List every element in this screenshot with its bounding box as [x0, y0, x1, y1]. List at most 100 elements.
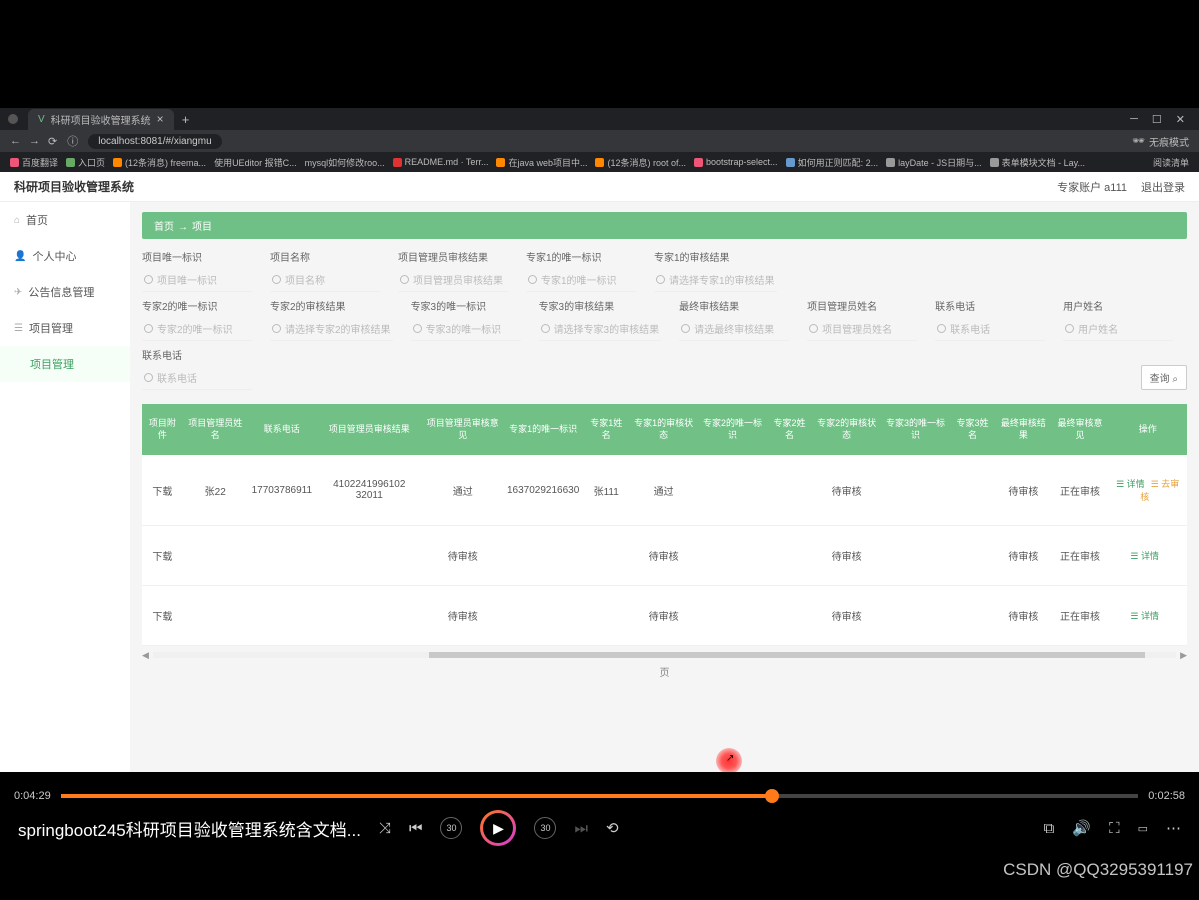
progress-bar[interactable]: [61, 794, 1139, 798]
table-wrap: 项目附件项目管理员姓名联系电话项目管理员审核结果项目管理员审核意见专家1的唯一标…: [142, 404, 1187, 683]
filter-input[interactable]: 项目管理员审核结果: [398, 268, 508, 292]
table-cell: [583, 586, 629, 646]
sidebar-item-profile[interactable]: 👤个人中心: [0, 238, 130, 274]
detail-link[interactable]: ☰ 详情: [1116, 479, 1145, 489]
bookmark-item[interactable]: (12条消息) freema...: [113, 156, 206, 169]
bookmark-item[interactable]: 如何用正则匹配: 2...: [786, 156, 879, 169]
filter-input[interactable]: 用户姓名: [1063, 317, 1173, 341]
prev-track-icon[interactable]: ⏮: [409, 820, 423, 837]
bookmark-item[interactable]: 入口页: [66, 156, 105, 169]
table-cell: 待审核: [995, 586, 1052, 646]
table-cell: 待审核: [812, 526, 881, 586]
table-cell: [881, 526, 950, 586]
table-header: 项目管理员审核结果: [316, 404, 423, 455]
bookmark-item[interactable]: README.md · Terr...: [393, 157, 489, 167]
filter-group: 专家2的审核结果请选择专家2的审核结果: [270, 298, 393, 341]
filter-input[interactable]: 专家3的唯一标识: [411, 317, 521, 341]
filter-row-1: 项目唯一标识项目唯一标识项目名称项目名称项目管理员审核结果项目管理员审核结果专家…: [142, 249, 1187, 292]
table-cell: 通过: [423, 455, 503, 526]
new-tab-button[interactable]: +: [182, 112, 190, 127]
sidebar-item-project-sub[interactable]: 项目管理: [0, 346, 130, 382]
skip-forward-icon[interactable]: 30: [534, 817, 556, 839]
time-duration: 0:02:58: [1148, 790, 1185, 802]
table-cell: 正在审核: [1052, 586, 1109, 646]
table-cell[interactable]: 下载: [142, 586, 183, 646]
bookmark-item[interactable]: 在java web项目中...: [496, 156, 587, 169]
table-cell[interactable]: 下载: [142, 455, 183, 526]
bookmark-item[interactable]: mysql如何修改roo...: [305, 156, 385, 169]
table-cell: 正在审核: [1052, 455, 1109, 526]
close-window-icon[interactable]: ✕: [1176, 113, 1185, 126]
filter-input[interactable]: 联系电话: [935, 317, 1045, 341]
url-input[interactable]: localhost:8081/#/xiangmu: [88, 134, 221, 149]
table-cell: [950, 455, 995, 526]
filter-label: 项目名称: [270, 249, 380, 264]
bookmark-item[interactable]: bootstrap-select...: [694, 157, 778, 167]
maximize-icon[interactable]: ☐: [1152, 113, 1162, 126]
table-cell: [767, 586, 812, 646]
sidebar-item-home[interactable]: ⌂首页: [0, 202, 130, 238]
home-icon: ⌂: [14, 215, 20, 226]
table-cell[interactable]: 下载: [142, 526, 183, 586]
filter-group: 项目唯一标识项目唯一标识: [142, 249, 252, 292]
filter-label: 专家2的审核结果: [270, 298, 393, 313]
back-icon[interactable]: ←: [10, 135, 21, 148]
more-icon[interactable]: ⋯: [1166, 819, 1181, 837]
bookmark-item[interactable]: 表单模块文档 - Lay...: [990, 156, 1085, 169]
filter-input[interactable]: 专家1的唯一标识: [526, 268, 636, 292]
shuffle-icon[interactable]: ⤨: [379, 820, 391, 837]
filter-input[interactable]: 项目名称: [270, 268, 380, 292]
pagination: 页: [142, 660, 1187, 683]
filter-input[interactable]: 请选择专家3的审核结果: [539, 317, 662, 341]
filter-input[interactable]: 项目管理员姓名: [807, 317, 917, 341]
filter-input[interactable]: 请选择专家2的审核结果: [270, 317, 393, 341]
close-icon[interactable]: ×: [157, 112, 164, 126]
fullscreen-icon[interactable]: ⛶: [1109, 820, 1120, 837]
volume-icon[interactable]: 🔊: [1072, 819, 1091, 837]
browser-tab[interactable]: V 科研项目验收管理系统 ×: [28, 109, 174, 130]
filter-label: 项目管理员审核结果: [398, 249, 508, 264]
review-link[interactable]: ☰ 去审核: [1140, 479, 1179, 502]
bookmark-item[interactable]: 百度翻译: [10, 156, 58, 169]
next-track-icon[interactable]: ⏭: [574, 820, 588, 837]
logout-link[interactable]: 退出登录: [1141, 179, 1185, 195]
filter-row-2: 专家2的唯一标识专家2的唯一标识专家2的审核结果请选择专家2的审核结果专家3的唯…: [142, 298, 1187, 390]
table-cell: [698, 586, 767, 646]
skip-back-icon[interactable]: 30: [440, 817, 462, 839]
filter-group: 项目名称项目名称: [270, 249, 380, 292]
bookmark-item[interactable]: (12条消息) root of...: [595, 156, 686, 169]
minimize-icon[interactable]: ─: [1130, 113, 1138, 126]
time-current: 0:04:29: [14, 790, 51, 802]
filter-input[interactable]: 联系电话: [142, 366, 252, 390]
reload-icon[interactable]: ⟳: [48, 135, 57, 148]
reading-list[interactable]: 阅读清单: [1153, 156, 1189, 169]
table-cell: [698, 526, 767, 586]
filter-input[interactable]: 专家2的唯一标识: [142, 317, 252, 341]
loop-icon[interactable]: ⟲: [606, 819, 619, 837]
pip-icon[interactable]: ⧉: [1044, 820, 1055, 837]
incognito-label: 无痕模式: [1149, 134, 1189, 149]
data-table: 项目附件项目管理员姓名联系电话项目管理员审核结果项目管理员审核意见专家1的唯一标…: [142, 404, 1187, 646]
table-header: 专家1的审核状态: [629, 404, 698, 455]
table-cell: [183, 586, 248, 646]
filter-input[interactable]: 请选最终审核结果: [679, 317, 789, 341]
filter-input[interactable]: 请选择专家1的审核结果: [654, 268, 777, 292]
query-button[interactable]: 查询 ⌕: [1141, 365, 1187, 390]
filter-group: 专家1的审核结果请选择专家1的审核结果: [654, 249, 777, 292]
filter-input[interactable]: 项目唯一标识: [142, 268, 252, 292]
detail-link[interactable]: ☰ 详情: [1130, 551, 1159, 561]
sidebar-item-project[interactable]: ☰项目管理: [0, 310, 130, 346]
watermark: CSDN @QQ3295391197: [1003, 860, 1193, 880]
filter-group: 项目管理员审核结果项目管理员审核结果: [398, 249, 508, 292]
forward-icon[interactable]: →: [29, 135, 40, 148]
bookmark-item[interactable]: layDate - JS日期与...: [886, 156, 982, 169]
theater-icon[interactable]: ▭: [1138, 822, 1148, 835]
play-button[interactable]: ▶: [480, 810, 516, 846]
user-icon: 👤: [14, 251, 26, 262]
table-header: 最终审核意见: [1052, 404, 1109, 455]
sidebar-item-notice[interactable]: ✈公告信息管理: [0, 274, 130, 310]
horizontal-scrollbar[interactable]: ◀▶: [142, 650, 1187, 660]
detail-link[interactable]: ☰ 详情: [1130, 611, 1159, 621]
bookmark-item[interactable]: 使用UEditor 报错C...: [214, 156, 297, 169]
site-info-icon[interactable]: ⓘ: [67, 133, 78, 149]
